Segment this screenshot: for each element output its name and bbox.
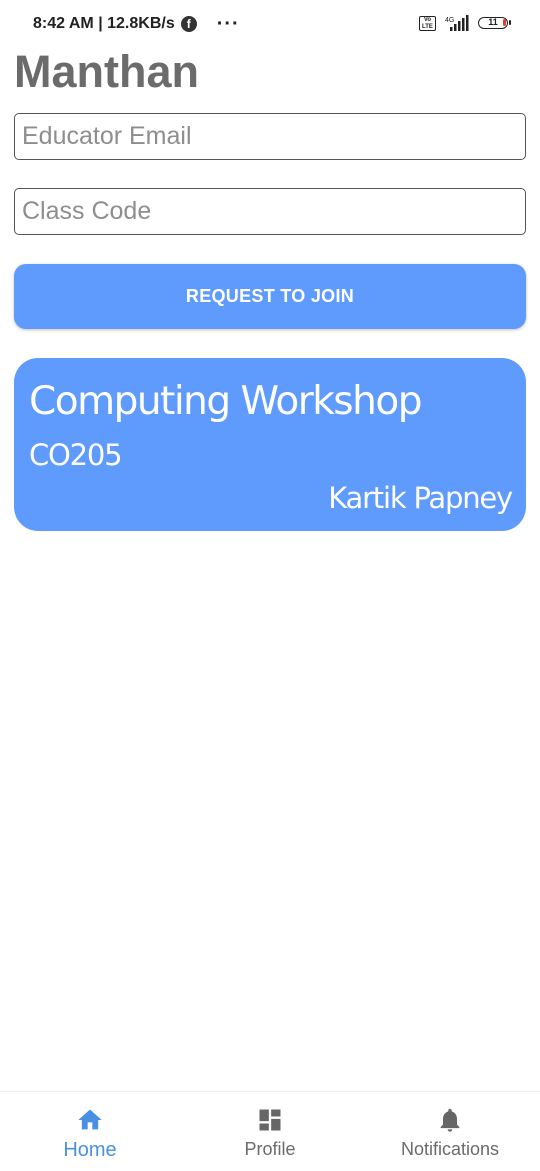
network-type-label: 4G: [445, 17, 454, 24]
class-name: Computing Workshop: [29, 379, 422, 424]
app-title: Manthan: [14, 46, 199, 97]
home-icon: [78, 1109, 102, 1130]
facebook-icon: f: [180, 16, 197, 32]
battery-fill: [503, 19, 506, 26]
nav-item-profile[interactable]: Profile: [180, 1092, 360, 1171]
bottom-navigation: Home Profile Notifications: [0, 1091, 540, 1171]
nav-label-home: Home: [63, 1139, 117, 1161]
nav-label-profile: Profile: [244, 1139, 296, 1159]
battery-icon: 11: [478, 17, 511, 29]
request-to-join-button[interactable]: REQUEST TO JOIN: [14, 264, 526, 329]
more-notifications-icon: ···: [216, 13, 240, 35]
status-right: Vo LTE 4G 11: [419, 15, 511, 31]
status-bar: 8:42 AM | 12.8KB/s f ··· Vo LTE 4G 11: [0, 0, 540, 48]
class-code: CO205: [29, 438, 123, 472]
nav-label-notifications: Notifications: [400, 1139, 500, 1159]
nav-item-home[interactable]: Home: [0, 1092, 180, 1171]
bell-icon: [440, 1108, 460, 1132]
volte-icon: Vo LTE: [419, 15, 436, 31]
class-code-input[interactable]: [14, 188, 526, 235]
nav-item-notifications[interactable]: Notifications: [360, 1092, 540, 1171]
status-left: 8:42 AM | 12.8KB/s f ···: [33, 13, 240, 35]
educator-email-input[interactable]: [14, 113, 526, 160]
dashboard-icon: [259, 1109, 281, 1131]
status-time-speed: 8:42 AM | 12.8KB/s: [33, 15, 175, 32]
signal-icon: 4G: [445, 15, 469, 31]
class-card[interactable]: Computing Workshop CO205 Kartik Papney: [14, 358, 526, 531]
battery-level: 11: [488, 17, 498, 27]
class-educator: Kartik Papney: [328, 481, 513, 515]
